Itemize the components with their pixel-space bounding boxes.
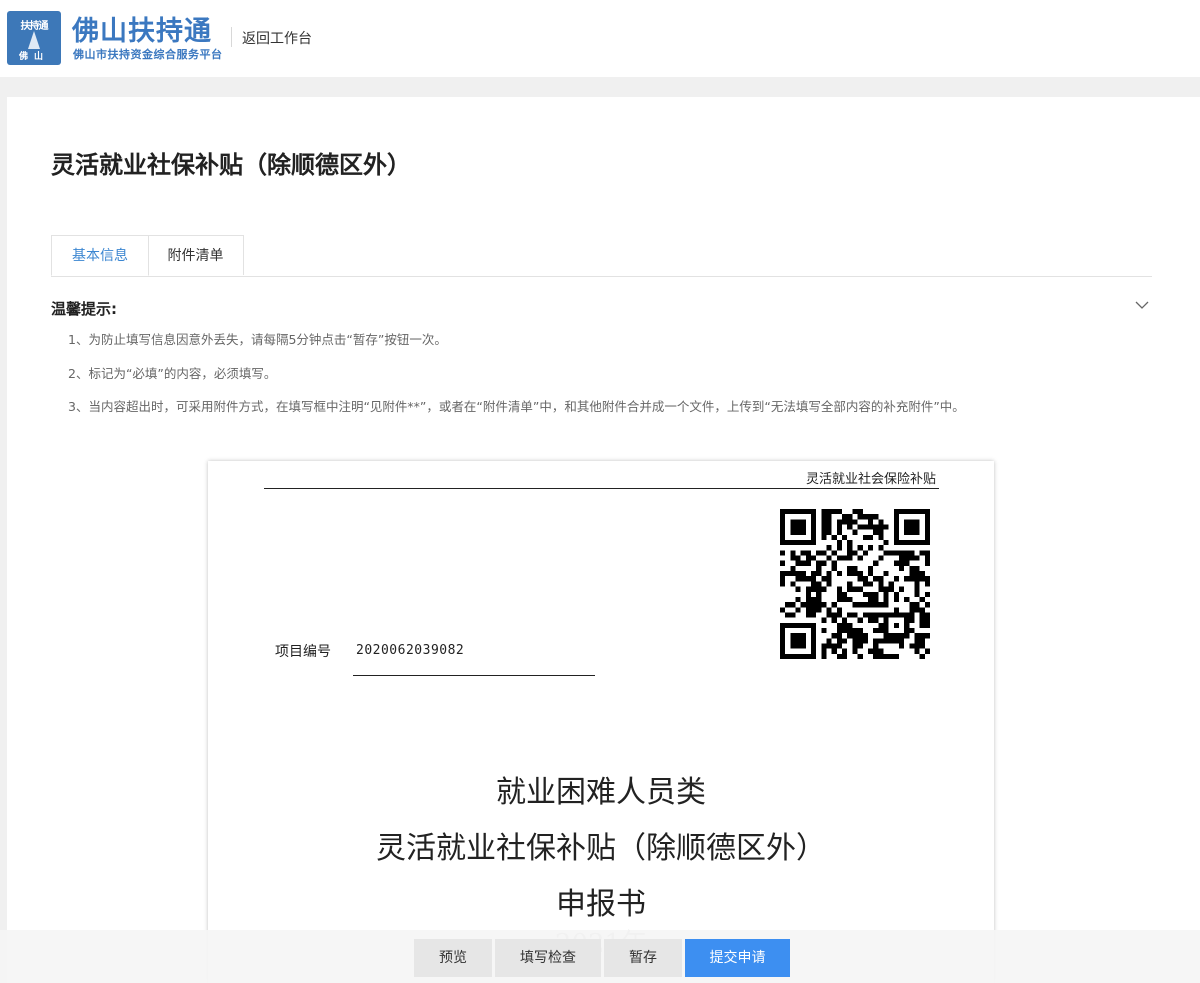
document-category-line: 就业困难人员类	[496, 775, 706, 810]
document-header-text: 灵活就业社会保险补贴	[805, 472, 936, 487]
check-form-button[interactable]: 填写检查	[495, 939, 601, 977]
document-subsidy-title: 灵活就业社保补贴（除顺德区外）	[376, 831, 826, 866]
logo-badge[interactable]: 扶持通 佛山	[7, 11, 61, 65]
logo-badge-bottom-text: 佛山	[18, 52, 49, 62]
submit-application-button[interactable]: 提交申请	[685, 939, 790, 977]
main-card: 灵活就业社保补贴（除顺德区外） 基本信息 附件清单 温馨提示: 1、为防止填写信…	[7, 97, 1200, 983]
preview-button[interactable]: 预览	[414, 939, 492, 977]
tower-icon	[28, 31, 40, 49]
notice-item: 2、标记为“必填”的内容，必须填写。	[68, 366, 277, 381]
brand-subtitle: 佛山市扶持资金综合服务平台	[73, 48, 223, 61]
project-number-label: 项目编号	[275, 644, 331, 660]
save-draft-button[interactable]: 暂存	[604, 939, 682, 977]
bottom-action-bar: 预览 填写检查 暂存 提交申请	[0, 930, 1200, 983]
application-document-preview[interactable]: 灵活就业社会保险补贴 项目编号 2020062039082 就业困难人员类 灵活…	[208, 461, 994, 983]
page-title: 灵活就业社保补贴（除顺德区外）	[51, 151, 411, 179]
tab-bar: 基本信息 附件清单	[51, 235, 1152, 277]
project-number-underline	[353, 675, 595, 676]
notice-item: 3、当内容超出时，可采用附件方式，在填写框中注明“见附件**”，或者在“附件清单…	[68, 399, 965, 414]
header-divider	[231, 27, 232, 47]
brand-title[interactable]: 佛山扶持通	[72, 9, 212, 48]
chevron-down-icon[interactable]	[1135, 298, 1149, 312]
tab-attachments[interactable]: 附件清单	[148, 235, 244, 275]
qr-code-icon	[780, 509, 930, 659]
tab-basic-info[interactable]: 基本信息	[51, 235, 149, 276]
notice-item: 1、为防止填写信息因意外丢失，请每隔5分钟点击“暂存”按钮一次。	[68, 332, 447, 347]
top-header: 扶持通 佛山 佛山扶持通 佛山市扶持资金综合服务平台 返回工作台	[0, 0, 1200, 77]
document-form-title: 申报书	[556, 887, 646, 922]
project-number-value: 2020062039082	[356, 643, 465, 658]
logo-badge-top-text: 扶持通	[20, 21, 49, 32]
document-header-rule	[264, 488, 939, 489]
notice-title: 温馨提示:	[51, 300, 117, 318]
back-to-workbench-link[interactable]: 返回工作台	[242, 28, 312, 48]
